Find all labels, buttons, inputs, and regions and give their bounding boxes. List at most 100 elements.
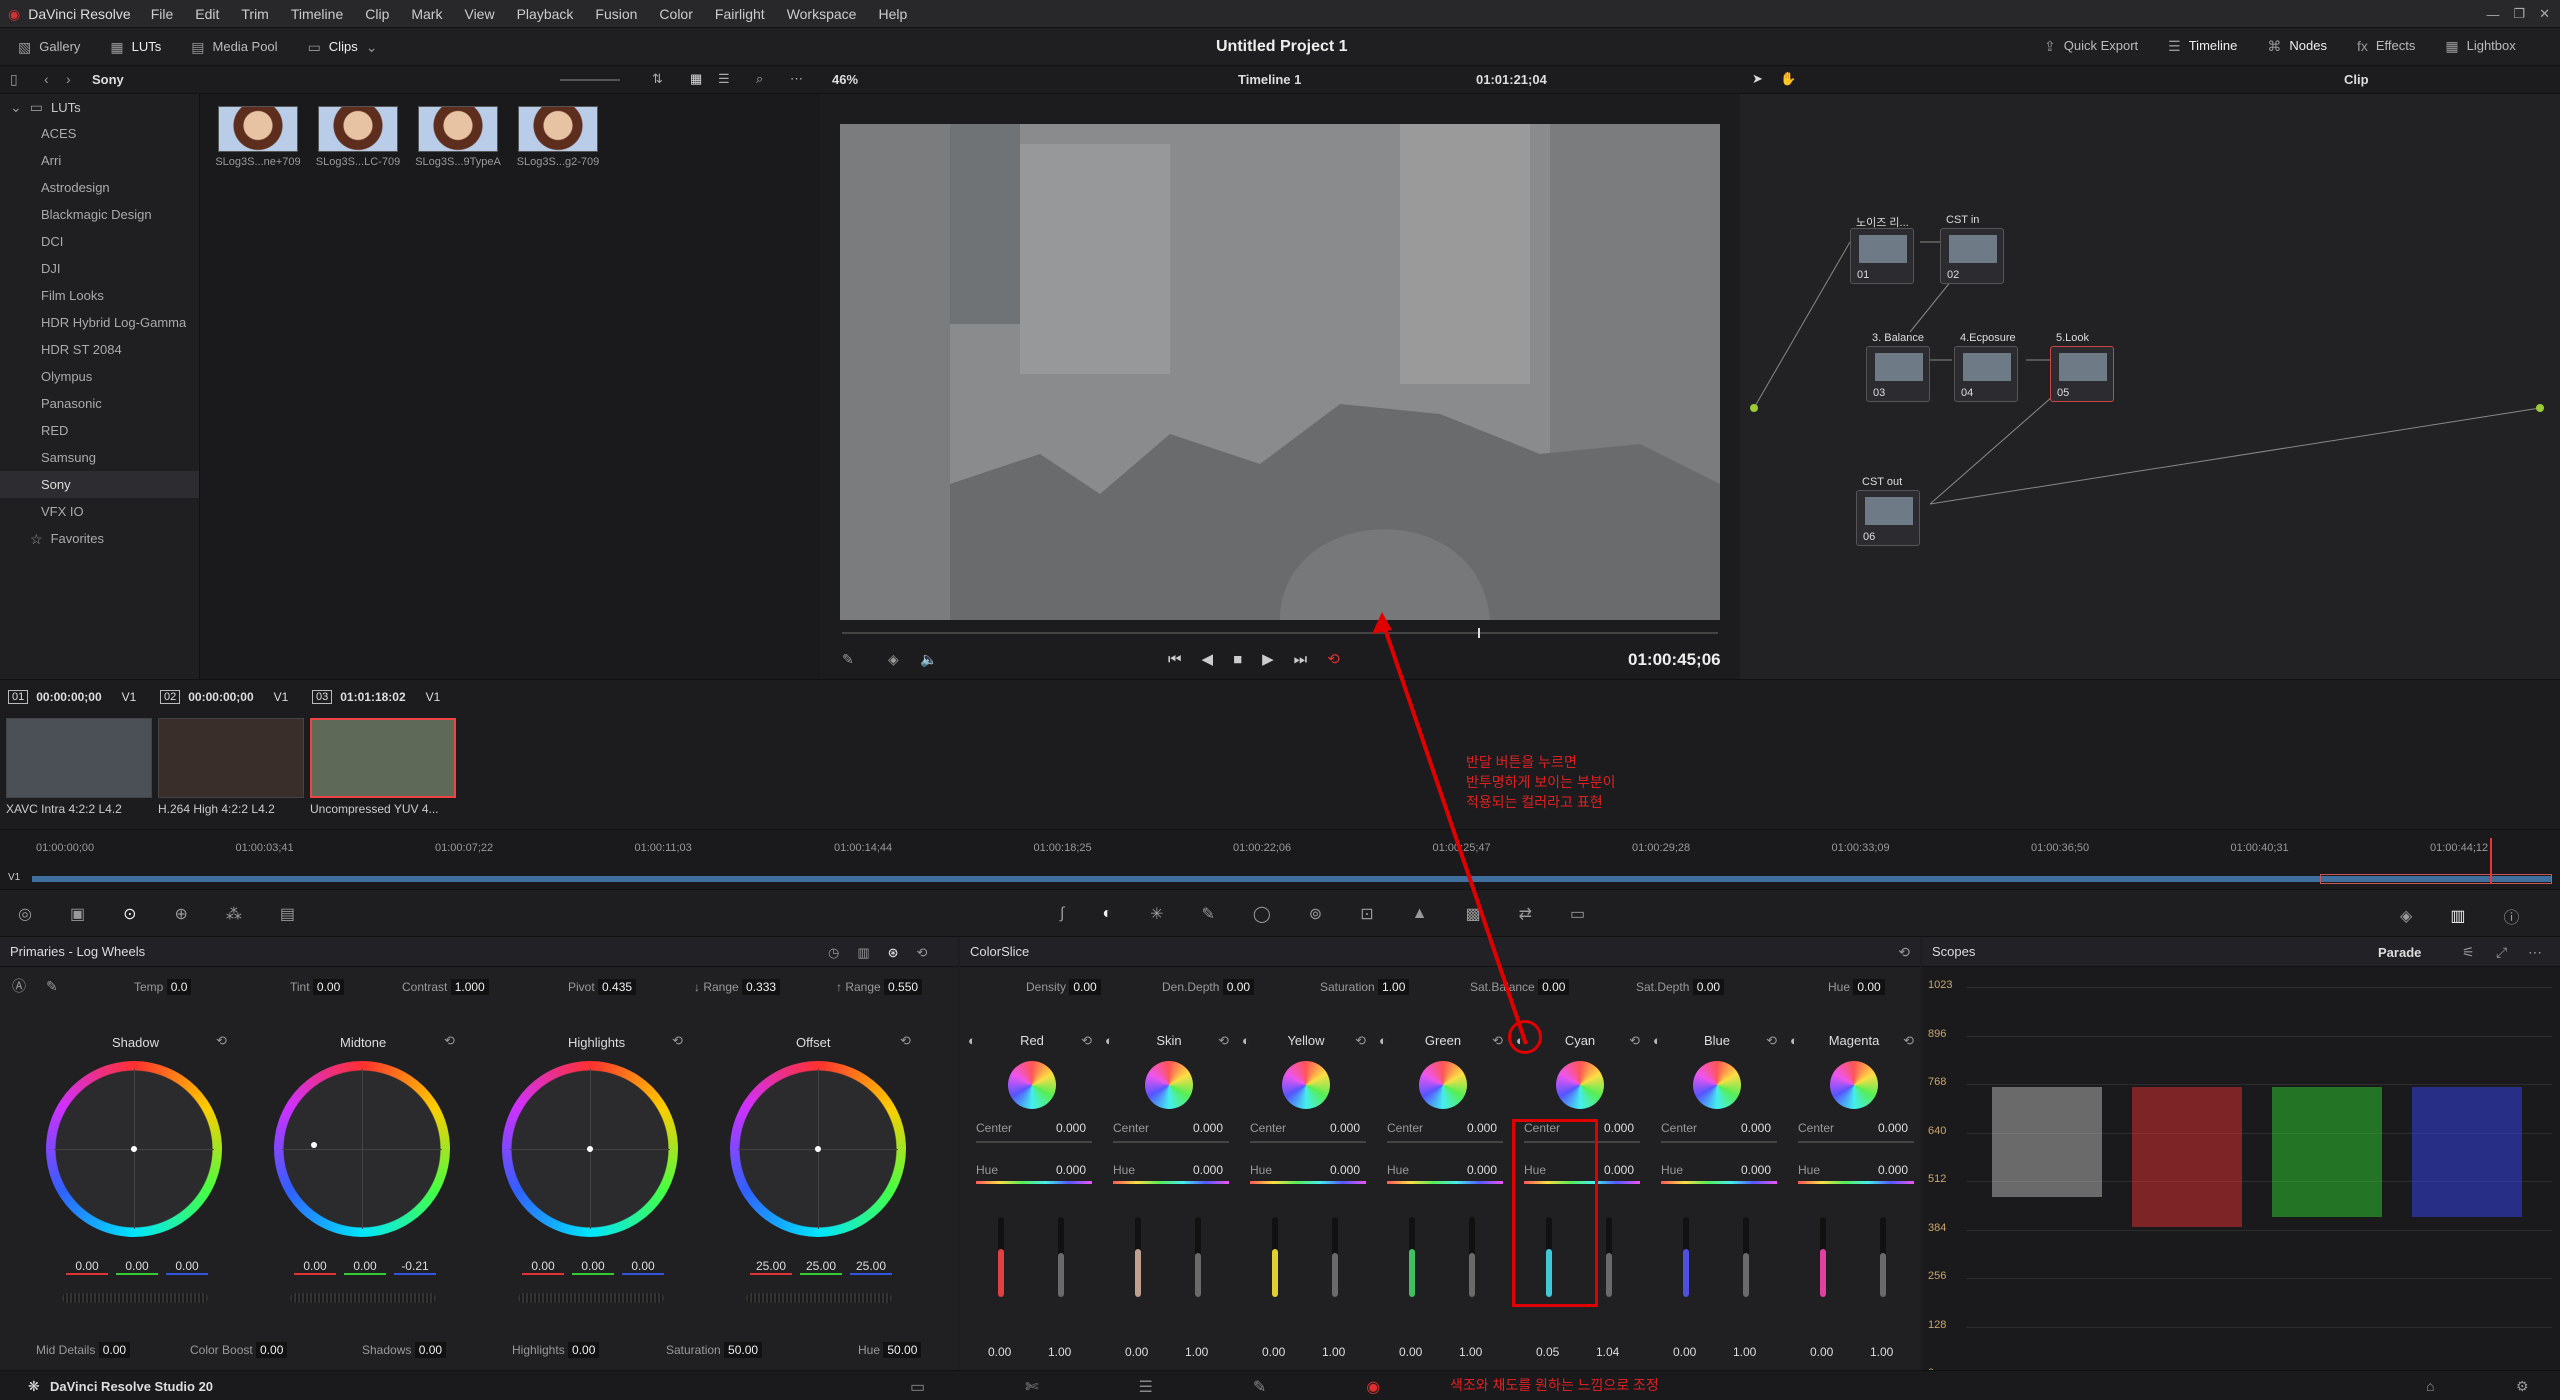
key-icon[interactable]: ▩: [1465, 904, 1480, 924]
last-frame-icon[interactable]: ⏭: [1294, 651, 1308, 668]
den-depth-field[interactable]: Den.Depth 0.00: [1162, 979, 1255, 995]
sat-balance-value[interactable]: 0.00: [1538, 979, 1570, 995]
favorites-item[interactable]: ☆ Favorites: [0, 525, 199, 552]
zoom-level[interactable]: 46%: [832, 72, 858, 87]
scope-more-icon[interactable]: ⋯: [2528, 945, 2542, 959]
wheel-puck[interactable]: [815, 1146, 821, 1152]
menu-item[interactable]: Fairlight: [715, 6, 765, 22]
saturation-value[interactable]: 0.00: [1673, 1345, 1696, 1359]
menu-item[interactable]: Edit: [195, 6, 219, 22]
wheel-value[interactable]: 0.00: [116, 1259, 158, 1275]
wheel-value[interactable]: 0.00: [66, 1259, 108, 1275]
hue-value[interactable]: 0.000: [1330, 1163, 1360, 1177]
high-range-field[interactable]: ↑ Range 0.550: [836, 979, 923, 995]
density-value[interactable]: 1.00: [1733, 1345, 1756, 1359]
color-wheel[interactable]: [730, 1061, 906, 1237]
camera-raw-icon[interactable]: ◎: [18, 904, 32, 924]
wheel-value[interactable]: -0.21: [394, 1259, 436, 1275]
wheel-value[interactable]: 25.00: [800, 1259, 842, 1275]
magic-mask-icon[interactable]: ⊡: [1360, 904, 1373, 924]
curves-icon[interactable]: ∫: [1060, 905, 1064, 923]
lightbox-tab[interactable]: ▦ Lightbox: [2445, 38, 2515, 53]
menu-item[interactable]: Color: [659, 6, 692, 22]
blur-icon[interactable]: ▲: [1412, 905, 1428, 923]
qualifier-icon[interactable]: ✳: [1150, 904, 1163, 924]
wheel-value[interactable]: 25.00: [850, 1259, 892, 1275]
menu-item[interactable]: File: [151, 6, 174, 22]
highlights-value[interactable]: 0.00: [568, 1342, 600, 1358]
list-view-icon[interactable]: ☰: [718, 71, 730, 87]
scrubber-bar[interactable]: [842, 632, 1718, 634]
media-page-icon[interactable]: ▭: [910, 1377, 925, 1397]
channel-reset-icon[interactable]: ⟲: [1766, 1033, 1777, 1049]
density-value[interactable]: 1.00: [1870, 1345, 1893, 1359]
lut-folder-item[interactable]: Arri: [0, 147, 199, 174]
saturation-value[interactable]: 0.00: [1399, 1345, 1422, 1359]
sat-depth-field[interactable]: Sat.Depth 0.00: [1636, 979, 1725, 995]
clip-thumbnail[interactable]: H.264 High 4:2:2 L4.2: [158, 718, 304, 816]
hue-slider[interactable]: [1798, 1181, 1914, 1184]
color-wheel[interactable]: [46, 1061, 222, 1237]
color-wheel[interactable]: [502, 1061, 678, 1237]
menu-item[interactable]: Clip: [365, 6, 389, 22]
gallery-tab[interactable]: ▧ Gallery: [18, 39, 80, 54]
loop-icon[interactable]: ⟲: [1327, 650, 1340, 668]
color-page-icon[interactable]: ◉: [1366, 1377, 1380, 1397]
grid-view-icon[interactable]: ▦: [690, 71, 702, 87]
clip-thumbnail[interactable]: Uncompressed YUV 4...: [310, 718, 456, 816]
density-field[interactable]: Density 0.00: [1026, 979, 1101, 995]
color-picker-icon[interactable]: ✎: [842, 652, 854, 666]
search-icon[interactable]: ⌕: [756, 71, 763, 87]
contrast-value[interactable]: 1.000: [450, 979, 489, 995]
hue-swatch[interactable]: [1830, 1061, 1878, 1109]
center-value[interactable]: 0.000: [1878, 1121, 1908, 1135]
density-value[interactable]: 1.00: [1322, 1345, 1345, 1359]
hue-value[interactable]: 0.000: [1741, 1163, 1771, 1177]
den-depth-value[interactable]: 0.00: [1222, 979, 1255, 995]
restore-icon[interactable]: ❐: [2513, 6, 2525, 22]
forward-icon[interactable]: ›: [66, 72, 71, 86]
colorslice-reset-icon[interactable]: ⟲: [1898, 945, 1910, 959]
lut-folder-item[interactable]: HDR ST 2084: [0, 336, 199, 363]
lut-folder-item[interactable]: Olympus: [0, 363, 199, 390]
wheel-reset-icon[interactable]: ⟲: [900, 1033, 911, 1049]
pivot-value[interactable]: 0.435: [598, 979, 637, 995]
wheel-puck[interactable]: [311, 1142, 317, 1148]
play-icon[interactable]: ▶: [1262, 650, 1274, 668]
lut-folder-item[interactable]: Film Looks: [0, 282, 199, 309]
playhead-marker[interactable]: [1478, 628, 1480, 638]
lut-folder-item[interactable]: Samsung: [0, 444, 199, 471]
clips-tab[interactable]: ▭ Clips ⌄: [308, 39, 378, 54]
shadows-field[interactable]: Shadows 0.00: [362, 1342, 447, 1358]
low-range-value[interactable]: 0.333: [742, 979, 781, 995]
center-slider[interactable]: [1387, 1141, 1503, 1143]
back-icon[interactable]: ‹: [44, 72, 49, 86]
wheel-value[interactable]: 0.00: [294, 1259, 336, 1275]
cs-hue-field[interactable]: Hue 0.00: [1828, 979, 1885, 995]
wheel-value[interactable]: 0.00: [572, 1259, 614, 1275]
media-pool-tab[interactable]: ▤ Media Pool: [191, 39, 277, 54]
wheel-reset-icon[interactable]: ⟲: [444, 1033, 455, 1049]
lut-folder-item[interactable]: Blackmagic Design: [0, 201, 199, 228]
center-slider[interactable]: [1661, 1141, 1777, 1143]
hue-value[interactable]: 50.00: [883, 1342, 922, 1358]
saturation-value[interactable]: 0.05: [1536, 1345, 1559, 1359]
wheel-reset-icon[interactable]: ⟲: [216, 1033, 227, 1049]
sidebar-toggle-icon[interactable]: ▯: [10, 72, 18, 86]
color-wheels-icon[interactable]: ⊙: [123, 904, 136, 924]
contrast-field[interactable]: Contrast 1.000: [402, 979, 489, 995]
channel-reset-icon[interactable]: ⟲: [1355, 1033, 1366, 1049]
channel-reset-icon[interactable]: ⟲: [1218, 1033, 1229, 1049]
color-boost-value[interactable]: 0.00: [256, 1342, 288, 1358]
viewer-image[interactable]: [840, 124, 1720, 620]
lut-thumbnail[interactable]: SLog3S...g2-709: [514, 106, 602, 168]
hue-value[interactable]: 0.000: [1878, 1163, 1908, 1177]
cut-page-icon[interactable]: ✄: [1025, 1377, 1038, 1397]
wheel-value[interactable]: 0.00: [166, 1259, 208, 1275]
center-slider[interactable]: [1798, 1141, 1914, 1143]
hue-field[interactable]: Hue 50.00: [858, 1342, 922, 1358]
lut-folder-item[interactable]: DCI: [0, 228, 199, 255]
node-02[interactable]: 02: [1940, 228, 2004, 284]
menu-item[interactable]: View: [464, 6, 494, 22]
hue-value[interactable]: 0.000: [1056, 1163, 1086, 1177]
